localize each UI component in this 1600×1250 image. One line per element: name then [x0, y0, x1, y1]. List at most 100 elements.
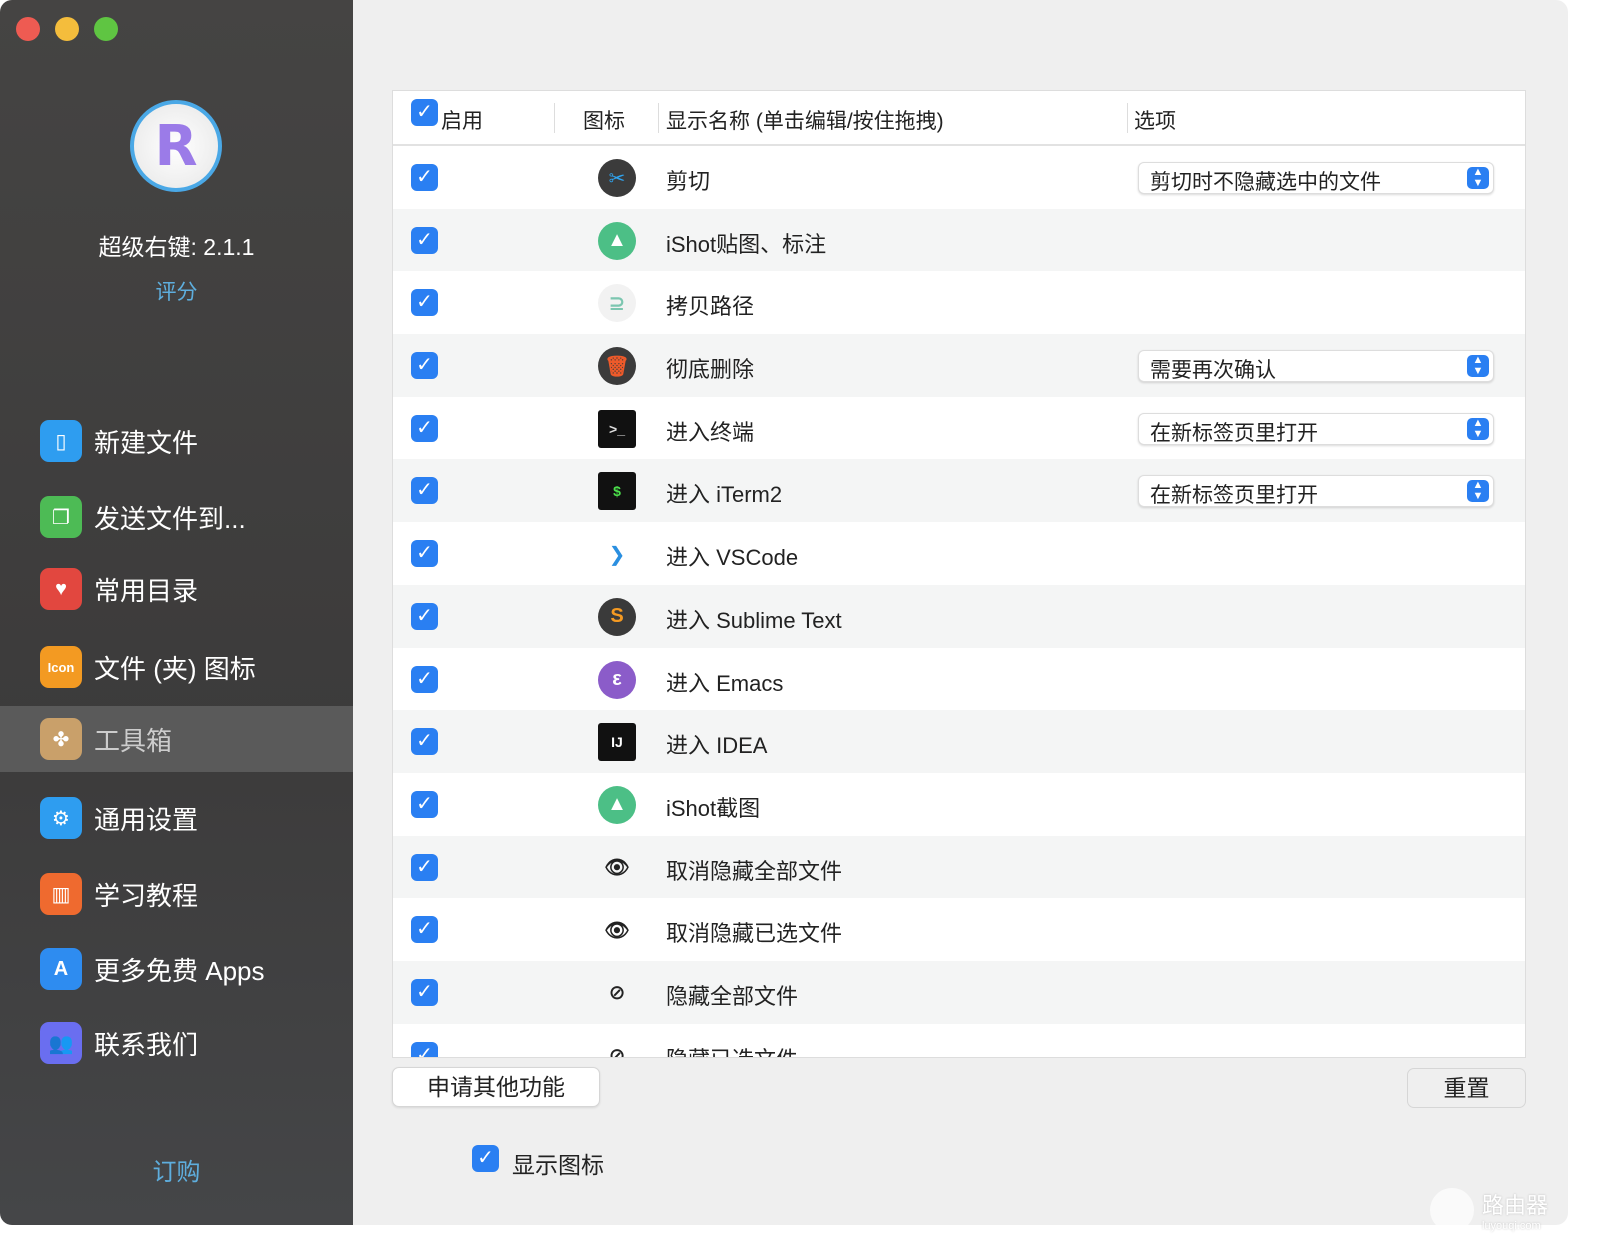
app-logo: R	[130, 100, 222, 192]
sidebar-item-label: 通用设置	[94, 804, 199, 835]
option-select[interactable]: 在新标签页里打开 ▲ ▼	[1138, 475, 1494, 508]
eye-icon: 👁	[604, 857, 630, 880]
sidebar-item[interactable]: ▥ 学习教程	[0, 861, 353, 927]
item-name[interactable]: 取消隐藏全部文件	[666, 854, 842, 886]
item-name[interactable]: 进入 VSCode	[666, 540, 798, 572]
emacs-icon: ε	[598, 660, 636, 699]
enable-checkbox[interactable]: ✓	[411, 164, 438, 191]
table-row[interactable]: ✓ ⊘ 隐藏已选文件	[393, 1024, 1525, 1057]
sidebar-item-label: 联系我们	[94, 1029, 199, 1060]
sidebar-item[interactable]: ✤ 工具箱	[0, 706, 353, 772]
item-name[interactable]: iShot截图	[666, 791, 760, 823]
enable-checkbox[interactable]: ✓	[411, 728, 438, 756]
sidebar-item[interactable]: ⚙ 通用设置	[0, 785, 353, 851]
table-row[interactable]: ✓ ▲ iShot截图	[393, 773, 1525, 836]
item-name[interactable]: 进入终端	[666, 415, 754, 447]
enable-checkbox[interactable]: ✓	[411, 1041, 438, 1057]
new-file-icon: ▯	[40, 420, 82, 462]
table-header: ✓ 启用 图标 显示名称 (单击编辑/按住拖拽) 选项	[393, 91, 1525, 146]
option-select[interactable]: 需要再次确认 ▲ ▼	[1138, 350, 1494, 383]
column-divider	[1127, 103, 1128, 133]
enable-checkbox[interactable]: ✓	[411, 414, 438, 442]
option-select[interactable]: 在新标签页里打开 ▲ ▼	[1138, 412, 1494, 445]
enable-checkbox[interactable]: ✓	[411, 665, 438, 693]
option-value: 剪切时不隐藏选中的文件	[1150, 171, 1381, 194]
sidebar: R 超级右键: 2.1.1 评分 ▯ 新建文件 ❐ 发送文件到... ♥ 常用目录 Icon…	[0, 0, 353, 1225]
item-name[interactable]: 进入 iTerm2	[666, 477, 782, 509]
enable-checkbox[interactable]: ✓	[411, 916, 438, 944]
table-row[interactable]: ✓ 🗑 彻底删除 需要再次确认 ▲ ▼	[393, 334, 1525, 397]
close-window-button[interactable]	[16, 17, 40, 41]
sidebar-item[interactable]: A 更多免费 Apps	[0, 936, 353, 1002]
enable-checkbox[interactable]: ✓	[411, 289, 438, 317]
item-name[interactable]: 隐藏全部文件	[666, 979, 798, 1011]
sidebar-item[interactable]: ♥ 常用目录	[0, 556, 353, 622]
enable-checkbox[interactable]: ✓	[411, 602, 438, 630]
header-enable: 启用	[441, 110, 483, 133]
trash-icon: 🗑	[598, 347, 636, 386]
header-name: 显示名称 (单击编辑/按住拖拽)	[666, 110, 944, 133]
header-options: 选项	[1134, 110, 1176, 133]
column-divider	[658, 103, 659, 133]
request-feature-button[interactable]: 申请其他功能	[392, 1067, 600, 1107]
table-row[interactable]: ✓ $ 进入 iTerm2 在新标签页里打开 ▲ ▼	[393, 459, 1525, 523]
table-row[interactable]: ✓ >_ 进入终端 在新标签页里打开 ▲ ▼	[393, 397, 1525, 460]
sidebar-item-label: 发送文件到...	[94, 503, 246, 534]
ishot-icon: ▲	[598, 785, 636, 824]
item-name[interactable]: 进入 IDEA	[666, 728, 767, 760]
table-row[interactable]: ✓ 👁 取消隐藏已选文件	[393, 898, 1525, 961]
table-row[interactable]: ✓ ε 进入 Emacs	[393, 648, 1525, 711]
item-name[interactable]: 拷贝路径	[666, 289, 754, 321]
send-file-icon: ❐	[40, 496, 82, 538]
enable-checkbox[interactable]: ✓	[411, 978, 438, 1006]
app-window: R 超级右键: 2.1.1 评分 ▯ 新建文件 ❐ 发送文件到... ♥ 常用目录 Icon…	[0, 0, 1568, 1225]
minimize-window-button[interactable]	[55, 17, 79, 41]
toolbox-icon: ✤	[40, 718, 82, 760]
enable-checkbox[interactable]: ✓	[411, 853, 438, 881]
icon-badge-icon: Icon	[40, 646, 82, 688]
scissors-icon: ✂	[598, 159, 636, 197]
table-row[interactable]: ✓ 👁 取消隐藏全部文件	[393, 835, 1525, 899]
sidebar-item[interactable]: 👥 联系我们	[0, 1010, 353, 1076]
select-all-checkbox[interactable]: ✓	[411, 99, 438, 126]
enable-checkbox[interactable]: ✓	[411, 477, 438, 505]
sidebar-item[interactable]: Icon 文件 (夹) 图标	[0, 634, 353, 700]
enable-checkbox[interactable]: ✓	[411, 226, 438, 254]
app-store-icon: A	[40, 948, 82, 990]
watermark-url: luyouqi.com	[1482, 1220, 1541, 1232]
table-row[interactable]: ✓ ⊘ 隐藏全部文件	[393, 960, 1525, 1024]
enable-checkbox[interactable]: ✓	[411, 540, 438, 568]
item-name[interactable]: 隐藏已选文件	[666, 1042, 798, 1057]
item-name[interactable]: 彻底删除	[666, 352, 754, 384]
table-row[interactable]: ✓ ⊇ 拷贝路径	[393, 271, 1525, 334]
table-row[interactable]: ✓ IJ 进入 IDEA	[393, 710, 1525, 773]
table-row[interactable]: ✓ S 进入 Sublime Text	[393, 584, 1525, 648]
eye-slash-icon: ⊘	[608, 982, 626, 1005]
sidebar-item[interactable]: ❐ 发送文件到...	[0, 484, 353, 550]
reset-button[interactable]: 重置	[1407, 1068, 1526, 1108]
item-name[interactable]: 进入 Sublime Text	[666, 603, 842, 635]
sidebar-item-label: 常用目录	[94, 575, 199, 606]
item-name[interactable]: 取消隐藏已选文件	[666, 916, 842, 948]
buy-link[interactable]: 订购	[0, 1152, 353, 1187]
table-row[interactable]: ✓ ▲ iShot贴图、标注	[393, 208, 1525, 272]
enable-checkbox[interactable]: ✓	[411, 790, 438, 818]
sidebar-item-label: 文件 (夹) 图标	[94, 653, 256, 684]
table-row[interactable]: ✓ ❯ 进入 VSCode	[393, 522, 1525, 585]
rate-link[interactable]: 评分	[0, 276, 353, 306]
contacts-icon: 👥	[40, 1022, 82, 1064]
sidebar-item-label: 工具箱	[94, 725, 173, 756]
chevron-updown-icon: ▲ ▼	[1467, 167, 1489, 189]
table-row[interactable]: ✓ ✂ 剪切 剪切时不隐藏选中的文件 ▲ ▼	[393, 146, 1525, 209]
item-name[interactable]: 剪切	[666, 164, 710, 196]
sidebar-item[interactable]: ▯ 新建文件	[0, 408, 353, 474]
item-name[interactable]: 进入 Emacs	[666, 666, 783, 698]
item-name[interactable]: iShot贴图、标注	[666, 227, 826, 259]
option-select[interactable]: 剪切时不隐藏选中的文件 ▲ ▼	[1138, 162, 1494, 194]
app-version: 超级右键: 2.1.1	[98, 234, 255, 260]
enable-checkbox[interactable]: ✓	[411, 352, 438, 380]
zoom-window-button[interactable]	[94, 17, 118, 41]
sidebar-item-label: 更多免费 Apps	[94, 955, 265, 986]
show-icons-checkbox[interactable]: ✓	[472, 1145, 499, 1172]
copy-path-icon: ⊇	[598, 284, 636, 323]
